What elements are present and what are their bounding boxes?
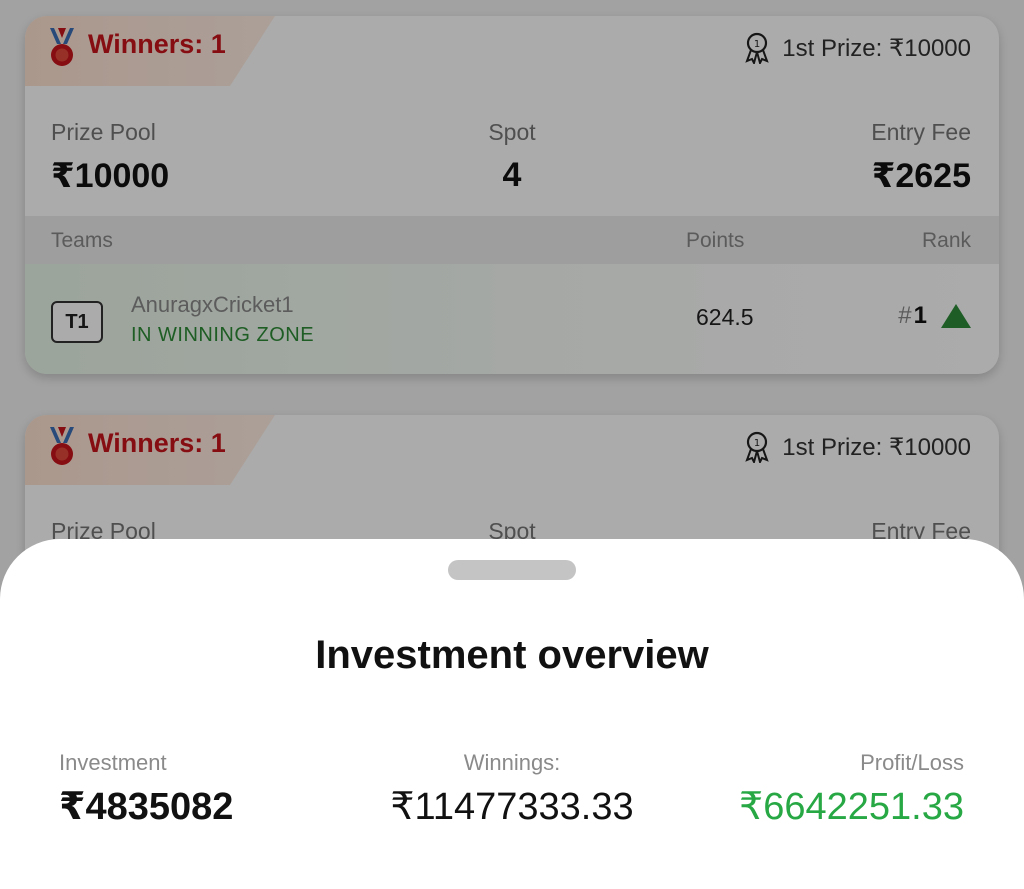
sheet-title: Investment overview (315, 633, 709, 677)
profit-loss-label: Profit/Loss (860, 750, 964, 775)
sheet-drag-handle[interactable] (448, 560, 576, 580)
investment-overview-sheet: Investment overview Investment ₹4835082 … (0, 539, 1024, 889)
profit-loss-value: ₹6642251.33 (739, 786, 964, 828)
